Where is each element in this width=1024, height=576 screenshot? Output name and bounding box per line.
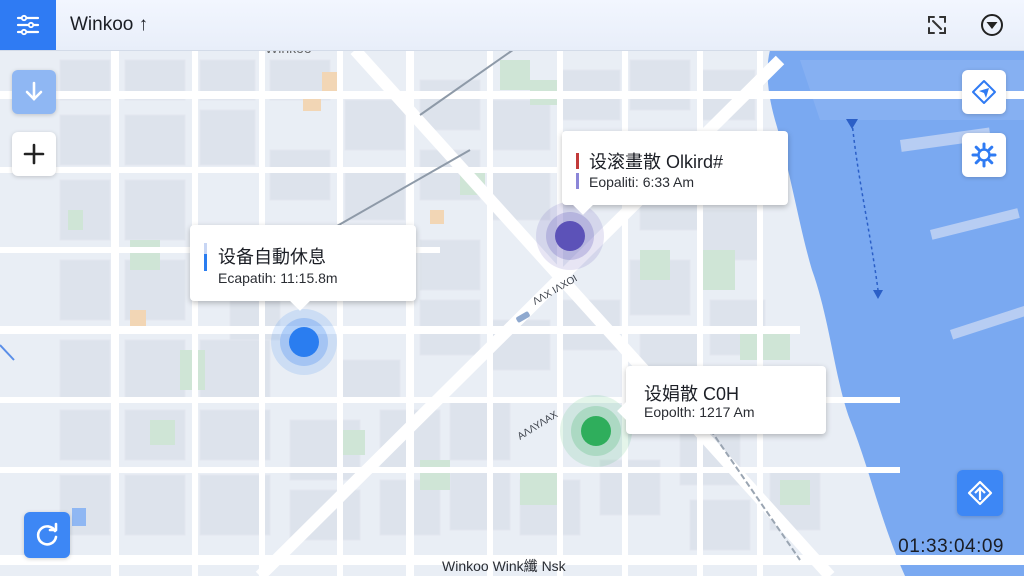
- callout-subtitle: Eopolth: 1217 Am: [644, 404, 755, 420]
- callout-title: 设娟散 C0H: [644, 384, 740, 404]
- navigate-button[interactable]: [957, 470, 1003, 516]
- callout-title: 设备自動休息: [218, 247, 326, 267]
- plus-icon: [23, 143, 45, 165]
- menu-button[interactable]: [0, 0, 56, 50]
- app-title: Winkoo ↑: [70, 14, 149, 35]
- arrow-down-icon: [25, 81, 43, 101]
- map-canvas[interactable]: ΛΛΧ ΙΛΧΟΙ ΑΛΛΥΛΑΧ: [0, 0, 1024, 576]
- down-button[interactable]: [12, 70, 56, 114]
- location-icon: [972, 80, 996, 104]
- menu-icon: [16, 14, 40, 36]
- callout-subtitle: Eopaliti: 6:33 Am: [589, 174, 695, 190]
- zoom-in-button[interactable]: [12, 132, 56, 176]
- footer-label: Winkoo Wink纖 Nsk: [442, 558, 566, 574]
- filter-icon: [981, 14, 1003, 36]
- refresh-button[interactable]: [24, 512, 70, 558]
- callout-marker-1[interactable]: 设备自動休息 Ecapatih: 11:15.8m: [190, 225, 416, 311]
- callout-marker-2[interactable]: 设滚畫散 Olkird# Eopaliti: 6:33 Am: [562, 131, 788, 215]
- top-bar: Winkoo ↑: [0, 0, 1024, 51]
- marker-blue[interactable]: [271, 309, 337, 375]
- location-button[interactable]: [962, 70, 1006, 114]
- navigate-icon: [967, 480, 993, 506]
- gear-icon: [971, 142, 997, 168]
- clock: 01:33:04:09: [898, 536, 1004, 557]
- refresh-icon: [36, 522, 58, 546]
- status-bar: [576, 153, 579, 189]
- callout-title: 设滚畫散 Olkird#: [589, 152, 724, 172]
- callout-subtitle: Ecapatih: 11:15.8m: [218, 270, 338, 286]
- expand-button[interactable]: [924, 12, 950, 38]
- marker-purple[interactable]: [536, 202, 604, 270]
- settings-button[interactable]: [962, 133, 1006, 177]
- callout-marker-3[interactable]: 设娟散 C0H Eopolth: 1217 Am: [617, 366, 826, 434]
- filter-button[interactable]: [979, 12, 1005, 38]
- expand-icon: [928, 16, 946, 34]
- status-bar: [204, 243, 207, 271]
